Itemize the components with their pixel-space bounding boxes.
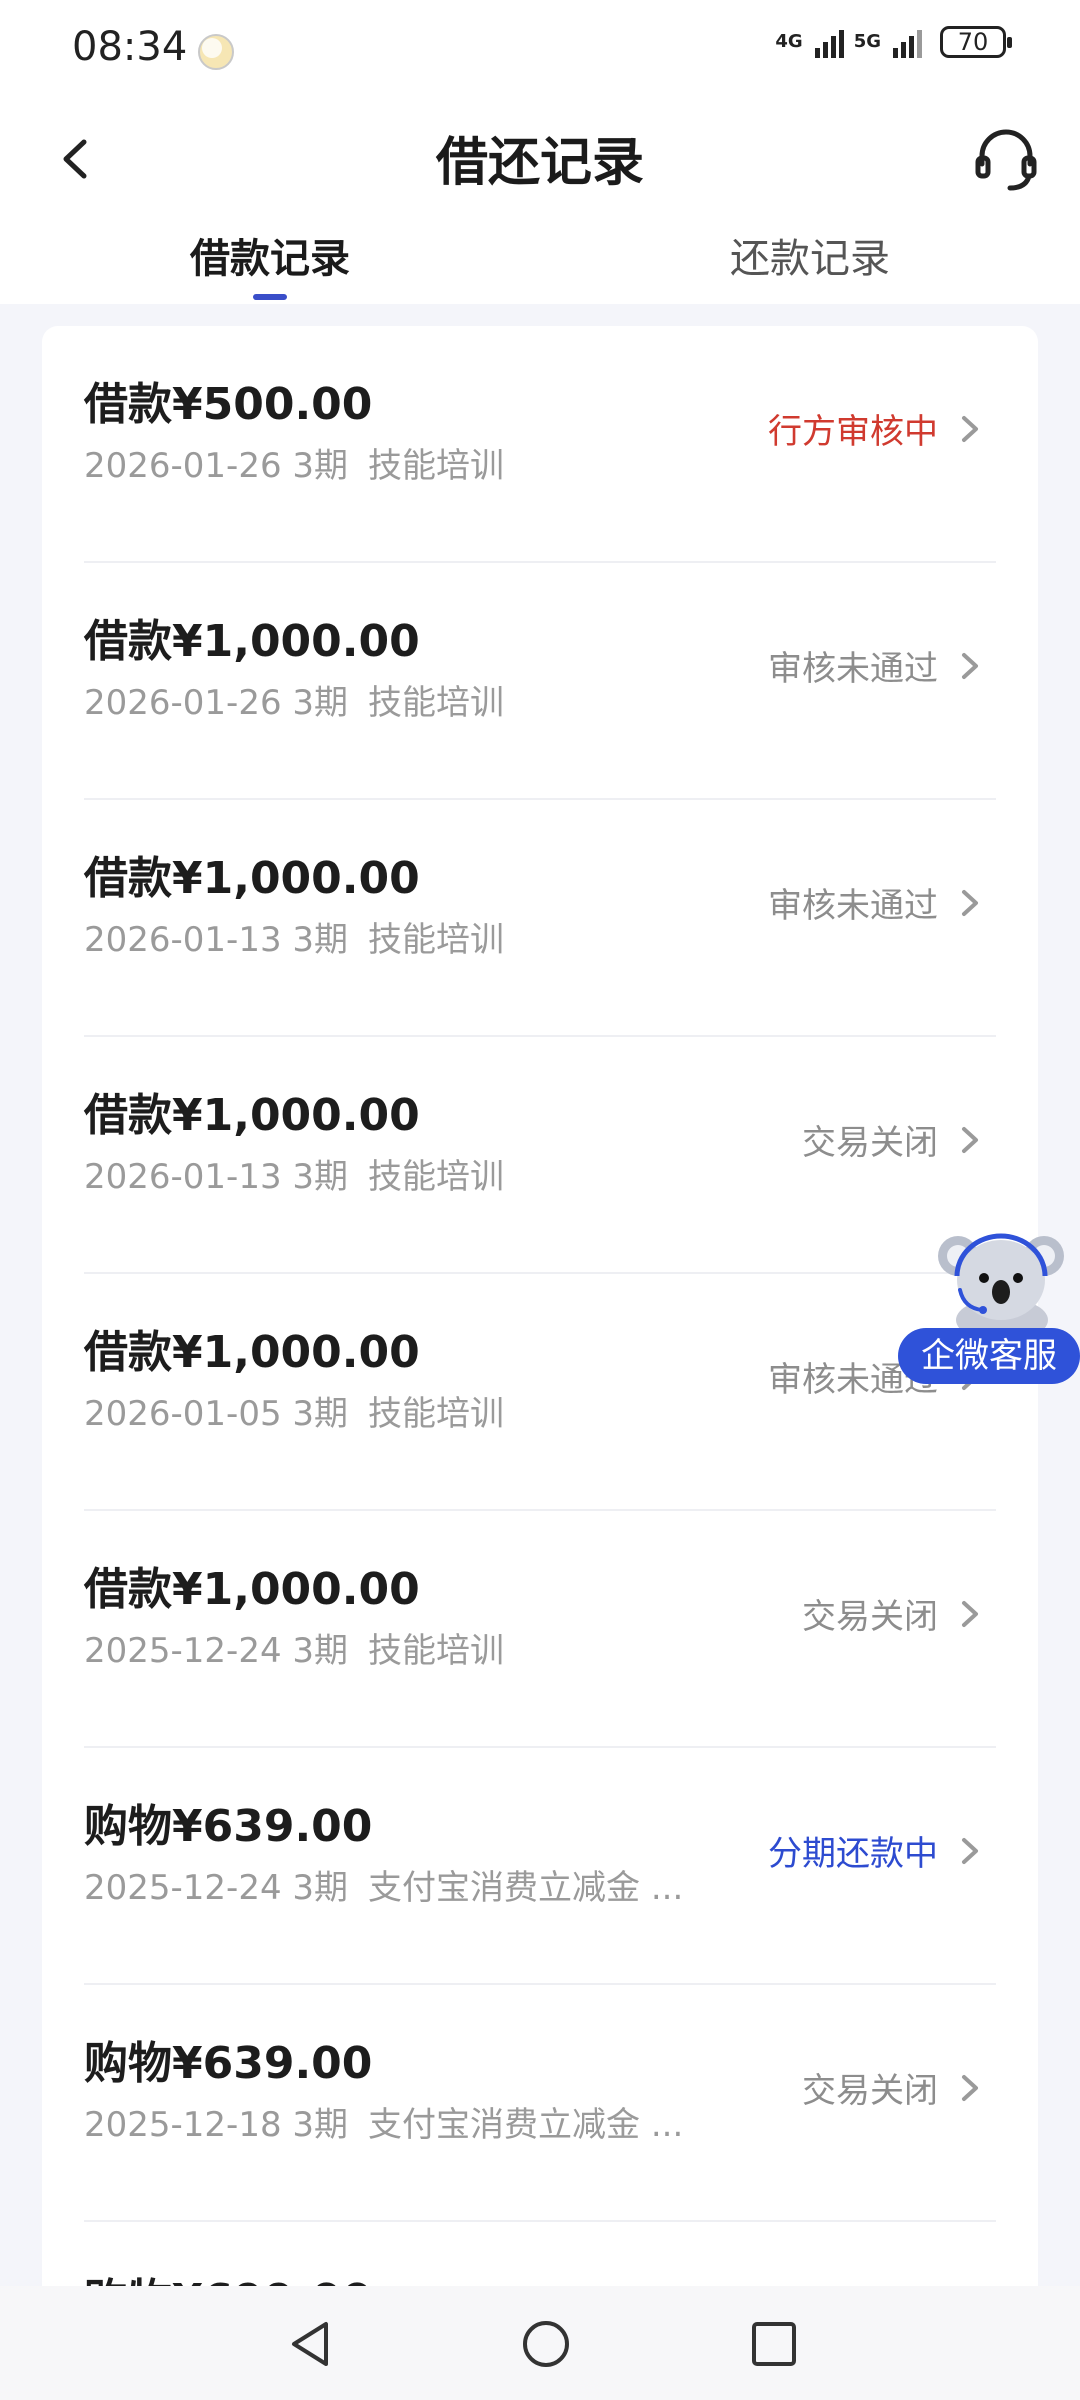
signal-4g-icon — [814, 26, 844, 58]
wecom-service-float[interactable]: 企微客服 — [898, 1232, 1080, 1388]
nav-back-button[interactable] — [282, 2314, 342, 2374]
record-meta: 2025-12-18 3期 支付宝消费立减金 ... — [84, 2097, 683, 2146]
record-purpose: 技能培训 — [368, 1394, 505, 1434]
record-term: 3期 — [292, 446, 349, 486]
record-term: 3期 — [292, 2105, 349, 2145]
list-item[interactable]: 借款¥1,000.00 2026-01-13 3期 技能培训 交易关闭 — [84, 1037, 996, 1274]
list-item[interactable]: 购物¥639.00 2025-12-18 3期 支付宝消费立减金 ... 交易关闭 — [84, 1985, 996, 2222]
weather-icon — [198, 34, 234, 70]
record-date: 2026-01-13 — [84, 920, 282, 960]
chevron-right-icon — [962, 1127, 978, 1153]
record-date: 2025-12-24 — [84, 1868, 282, 1908]
record-date: 2026-01-05 — [84, 1394, 282, 1434]
status-bar: 08:34 4G 5G 70 — [0, 0, 1080, 100]
network-indicators: 4G 5G 70 — [775, 26, 1012, 58]
record-amount: 借款¥1,000.00 — [84, 616, 420, 667]
tab-repay-records[interactable]: 还款记录 — [660, 226, 960, 284]
system-nav-bar — [0, 2286, 1080, 2400]
headset-icon — [975, 129, 1037, 191]
record-amount: 借款¥500.00 — [84, 379, 373, 430]
network-4g-label: 4G — [775, 31, 803, 52]
record-term: 3期 — [292, 683, 349, 723]
customer-service-button[interactable] — [968, 122, 1044, 198]
record-term: 3期 — [292, 1157, 349, 1197]
nav-recent-button[interactable] — [746, 2316, 802, 2372]
record-status: 审核未通过 — [768, 649, 938, 689]
record-purpose: 技能培训 — [368, 920, 505, 960]
battery-icon: 70 — [940, 26, 1012, 58]
record-amount: 借款¥1,000.00 — [84, 853, 420, 904]
list-item[interactable]: 购物¥639.00 2025-12-24 3期 支付宝消费立减金 ... 分期还款… — [84, 1748, 996, 1985]
list-item[interactable]: 借款¥1,000.00 2026-01-05 3期 技能培训 审核未通过 — [84, 1274, 996, 1511]
record-term: 3期 — [292, 920, 349, 960]
record-amount: 购物¥639.00 — [84, 1801, 373, 1852]
circle-home-icon — [523, 2321, 569, 2367]
record-date: 2025-12-24 — [84, 1631, 282, 1671]
square-recent-icon — [752, 2322, 796, 2366]
record-status: 交易关闭 — [802, 1123, 938, 1163]
record-purpose: 技能培训 — [368, 1631, 505, 1671]
record-meta: 2026-01-26 3期 技能培训 — [84, 438, 504, 487]
record-term: 3期 — [292, 1394, 349, 1434]
record-tabs: 借款记录 还款记录 — [0, 220, 1080, 304]
signal-5g-icon — [893, 26, 922, 58]
record-date: 2026-01-26 — [84, 683, 282, 723]
record-status: 行方审核中 — [768, 412, 938, 452]
tab-borrow-records[interactable]: 借款记录 — [120, 226, 420, 284]
record-meta: 2026-01-13 3期 技能培训 — [84, 912, 504, 961]
chevron-right-icon — [962, 416, 978, 442]
koala-agent-icon — [938, 1233, 1064, 1342]
nav-bar: 借还记录 — [0, 100, 1080, 220]
loan-records-page: 08:34 4G 5G 70 借还记录 借款记录 还款记录 借款¥500.00 … — [0, 0, 1080, 2400]
record-date: 2026-01-26 — [84, 446, 282, 486]
record-meta: 2025-12-24 3期 技能培训 — [84, 1623, 504, 1672]
page-title: 借还记录 — [435, 133, 644, 193]
record-meta: 2025-12-24 3期 支付宝消费立减金 ... — [84, 1860, 683, 1909]
chevron-right-icon — [962, 1838, 978, 1864]
chevron-right-icon — [962, 2075, 978, 2101]
record-purpose: 技能培训 — [368, 683, 505, 723]
active-tab-indicator — [253, 294, 287, 300]
record-term: 3期 — [292, 1631, 349, 1671]
chevron-right-icon — [962, 890, 978, 916]
record-purpose: 支付宝消费立减金 ... — [368, 1868, 684, 1908]
triangle-back-icon — [292, 2322, 328, 2366]
record-date: 2025-12-18 — [84, 2105, 282, 2145]
list-item[interactable]: 借款¥1,000.00 2026-01-13 3期 技能培训 审核未通过 — [84, 800, 996, 1037]
wecom-service-label: 企微客服 — [898, 1328, 1080, 1384]
record-amount: 借款¥1,000.00 — [84, 1564, 420, 1615]
record-meta: 2026-01-13 3期 技能培训 — [84, 1149, 504, 1198]
record-status: 审核未通过 — [768, 886, 938, 926]
record-status: 交易关闭 — [802, 1597, 938, 1637]
nav-home-button[interactable] — [516, 2314, 576, 2374]
record-purpose: 技能培训 — [368, 446, 505, 486]
record-amount: 借款¥1,000.00 — [84, 1090, 420, 1141]
list-item[interactable]: 借款¥1,000.00 2026-01-26 3期 技能培训 审核未通过 — [84, 563, 996, 800]
record-meta: 2026-01-05 3期 技能培训 — [84, 1386, 504, 1435]
record-purpose: 技能培训 — [368, 1157, 505, 1197]
record-amount: 购物¥639.00 — [84, 2038, 373, 2089]
record-date: 2026-01-13 — [84, 1157, 282, 1197]
record-term: 3期 — [292, 1868, 349, 1908]
record-status: 分期还款中 — [768, 1834, 938, 1874]
record-purpose: 支付宝消费立减金 ... — [368, 2105, 684, 2145]
record-amount: 借款¥1,000.00 — [84, 1327, 420, 1378]
network-5g-label: 5G — [853, 31, 881, 52]
records-list: 借款¥500.00 2026-01-26 3期 技能培训 行方审核中 借款¥1,0… — [42, 326, 1038, 2400]
record-status: 交易关闭 — [802, 2071, 938, 2111]
status-time: 08:34 — [72, 24, 188, 70]
list-item[interactable]: 借款¥500.00 2026-01-26 3期 技能培训 行方审核中 — [84, 326, 996, 563]
list-item[interactable]: 借款¥1,000.00 2025-12-24 3期 技能培训 交易关闭 — [84, 1511, 996, 1748]
chevron-right-icon — [962, 1601, 978, 1627]
record-meta: 2026-01-26 3期 技能培训 — [84, 675, 504, 724]
chevron-right-icon — [962, 653, 978, 679]
